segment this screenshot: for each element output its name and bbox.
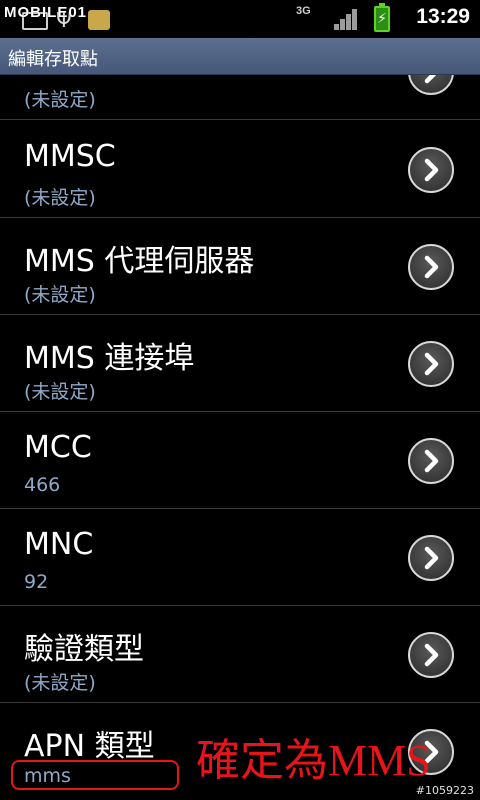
pref-summary: 92 bbox=[24, 571, 49, 593]
clock: 13:29 bbox=[416, 5, 470, 28]
chevron-right-icon[interactable] bbox=[408, 75, 454, 95]
watermark-logo: MOBILE01 bbox=[4, 4, 88, 21]
list-item-auth-type[interactable]: 驗證類型 (未設定) bbox=[0, 606, 480, 703]
pref-summary: (未設定) bbox=[24, 381, 96, 403]
battery-charging-icon: ⚡ bbox=[374, 3, 390, 32]
title-bar: 編輯存取點 bbox=[0, 38, 480, 75]
pref-summary: (未設定) bbox=[24, 284, 96, 306]
chevron-right-icon[interactable] bbox=[408, 147, 454, 193]
pref-title: 驗證類型 bbox=[24, 632, 144, 667]
page-title: 編輯存取點 bbox=[8, 49, 98, 70]
app-notification-icon bbox=[88, 10, 110, 30]
chevron-right-icon[interactable] bbox=[408, 244, 454, 290]
network-type-3g: 3G bbox=[296, 5, 311, 17]
pref-title: APN 類型 bbox=[24, 729, 155, 764]
chevron-right-icon[interactable] bbox=[408, 632, 454, 678]
apn-settings-list[interactable]: (未設定) MMSC (未設定) MMS 代理伺服器 (未設定) MMS 連接埠… bbox=[0, 75, 480, 800]
list-item-mcc[interactable]: MCC 466 bbox=[0, 412, 480, 509]
pref-title: MNC bbox=[24, 527, 94, 562]
list-item-mmsc[interactable]: MMSC (未設定) bbox=[0, 121, 480, 218]
pref-summary: (未設定) bbox=[24, 89, 96, 111]
pref-summary: (未設定) bbox=[24, 672, 96, 694]
list-item[interactable]: (未設定) bbox=[0, 75, 480, 120]
photo-id: #1059223 bbox=[415, 784, 474, 797]
list-item-mms-proxy[interactable]: MMS 代理伺服器 (未設定) bbox=[0, 218, 480, 315]
pref-title: MCC bbox=[24, 430, 92, 465]
pref-summary: (未設定) bbox=[24, 187, 96, 209]
chevron-right-icon[interactable] bbox=[408, 341, 454, 387]
pref-summary: 466 bbox=[24, 474, 61, 496]
pref-title: MMS 代理伺服器 bbox=[24, 244, 255, 279]
annotation-text: 確定為MMS bbox=[196, 736, 431, 785]
pref-title: MMS 連接埠 bbox=[24, 341, 195, 376]
list-item-mms-port[interactable]: MMS 連接埠 (未設定) bbox=[0, 315, 480, 412]
pref-title: MMSC bbox=[24, 139, 116, 174]
chevron-right-icon[interactable] bbox=[408, 438, 454, 484]
signal-icon bbox=[334, 8, 358, 30]
lightning-icon: ⚡ bbox=[377, 11, 387, 27]
status-bar: Ψ MOBILE01 3G ⚡ 13:29 bbox=[0, 0, 480, 38]
annotation-highlight-box bbox=[11, 760, 179, 790]
chevron-right-icon[interactable] bbox=[408, 535, 454, 581]
list-item-mnc[interactable]: MNC 92 bbox=[0, 509, 480, 606]
